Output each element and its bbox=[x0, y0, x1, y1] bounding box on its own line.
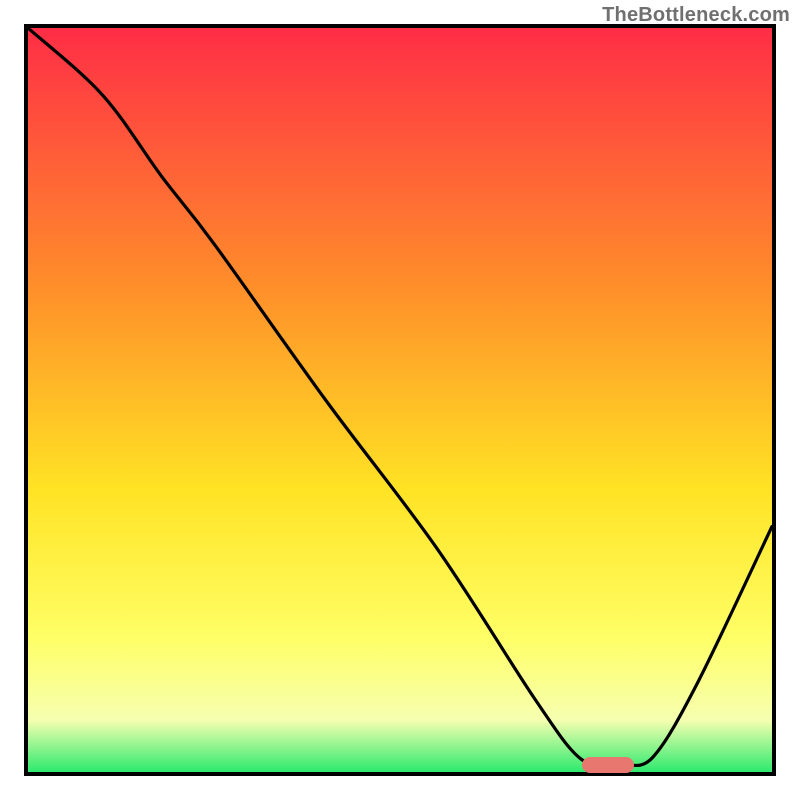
bottleneck-plot bbox=[28, 28, 772, 772]
optimal-marker bbox=[582, 757, 634, 773]
chart-stage: TheBottleneck.com bbox=[0, 0, 800, 800]
gradient-background bbox=[28, 28, 772, 772]
plot-frame bbox=[24, 24, 776, 776]
